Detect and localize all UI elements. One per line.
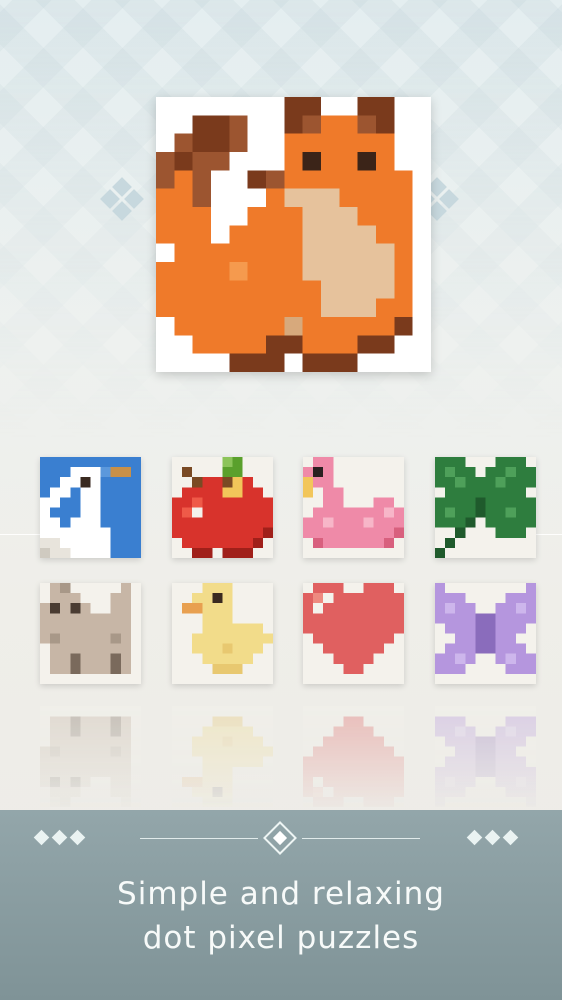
duck-icon	[172, 583, 273, 684]
puzzle-thumb-clover[interactable]	[435, 457, 536, 558]
clover-icon	[435, 457, 536, 558]
fox-icon	[156, 97, 431, 372]
grid-reflection	[0, 706, 562, 816]
left-diamond-cluster	[95, 177, 155, 240]
puzzle-thumb-heart[interactable]	[303, 583, 404, 684]
grid-divider-right	[534, 534, 562, 535]
apple-icon	[172, 457, 273, 558]
puzzle-thumb-flamingo[interactable]	[303, 457, 404, 558]
duck-reflection-icon	[172, 706, 273, 807]
flamingo-float-icon	[303, 457, 404, 558]
heart-icon	[303, 583, 404, 684]
puzzle-thumb-swan[interactable]	[40, 457, 141, 558]
butterfly-reflection-icon	[435, 706, 536, 807]
cat-icon	[40, 583, 141, 684]
tagline-line-1: Simple and relaxing	[117, 876, 445, 912]
puzzle-thumb-apple[interactable]	[172, 457, 273, 558]
footer-line-right	[302, 838, 420, 839]
tagline-line-2: dot pixel puzzles	[142, 920, 420, 956]
butterfly-icon	[435, 583, 536, 684]
footer-line-left	[140, 838, 258, 839]
puzzle-thumb-duck[interactable]	[172, 583, 273, 684]
heart-reflection-icon	[303, 706, 404, 807]
featured-puzzle[interactable]	[156, 97, 431, 372]
swan-icon	[40, 457, 141, 558]
puzzle-thumb-butterfly[interactable]	[435, 583, 536, 684]
tagline: Simple and relaxing dot pixel puzzles	[0, 872, 562, 960]
grid-divider-left	[0, 534, 40, 535]
cat-reflection-icon	[40, 706, 141, 807]
puzzle-thumb-cat[interactable]	[40, 583, 141, 684]
